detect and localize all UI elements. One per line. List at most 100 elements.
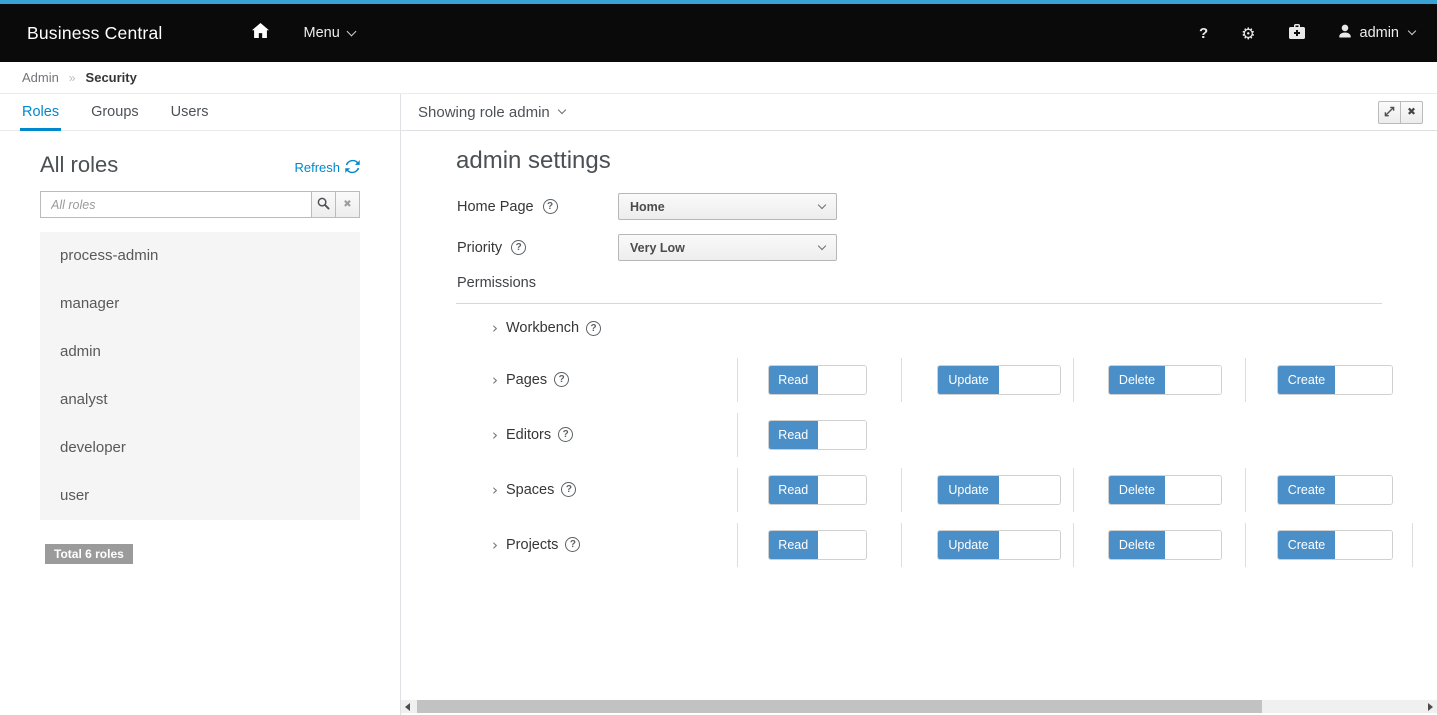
breadcrumb-current: Security <box>86 70 137 85</box>
toggle-read[interactable]: Read <box>768 530 867 560</box>
search-icon <box>317 197 330 213</box>
refresh-link[interactable]: Refresh <box>294 159 360 177</box>
toggle-read[interactable]: Read <box>768 475 867 505</box>
toggle-handle <box>1335 476 1392 504</box>
role-list-item[interactable]: user <box>40 472 360 520</box>
role-list-item[interactable]: manager <box>40 280 360 328</box>
role-list-item[interactable]: admin <box>40 328 360 376</box>
help-icon[interactable]: ? <box>586 321 601 336</box>
toggle-handle <box>1165 476 1221 504</box>
role-list-item[interactable]: analyst <box>40 376 360 424</box>
help-icon[interactable]: ? <box>565 537 580 552</box>
toggle-on-label: Read <box>769 421 818 449</box>
menu-dropdown[interactable]: Menu <box>303 25 354 41</box>
toggle-handle <box>1165 531 1221 559</box>
home-button[interactable] <box>252 23 269 43</box>
menu-label: Menu <box>303 25 339 41</box>
permission-name: Editors <box>506 427 551 443</box>
horizontal-scrollbar[interactable] <box>401 700 1437 713</box>
expand-panel-button[interactable] <box>1378 101 1401 124</box>
navbar-right: ? ⚙ admin <box>1199 24 1415 43</box>
chevron-right-icon: › <box>492 371 498 389</box>
column-divider <box>901 468 902 512</box>
breadcrumb-admin[interactable]: Admin <box>22 70 59 85</box>
selected-value: Home <box>630 200 665 214</box>
column-divider <box>901 523 902 567</box>
permission-row-header[interactable]: ›Spaces? <box>492 481 576 499</box>
scroll-left-arrow[interactable] <box>405 703 410 711</box>
toggle-on-label: Delete <box>1109 366 1165 394</box>
help-icon[interactable]: ? <box>561 482 576 497</box>
help-icon[interactable]: ? <box>511 240 526 255</box>
toggle-delete[interactable]: Delete <box>1108 530 1222 560</box>
help-icon[interactable]: ? <box>543 199 558 214</box>
panel-title: Showing role admin <box>418 104 550 121</box>
close-panel-button[interactable]: ✖ <box>1400 101 1423 124</box>
priority-select[interactable]: Very Low <box>618 234 837 261</box>
help-icon[interactable]: ? <box>558 427 573 442</box>
permission-name: Pages <box>506 372 547 388</box>
scroll-right-arrow[interactable] <box>1428 703 1433 711</box>
chevron-down-icon <box>818 200 826 208</box>
settings-button[interactable]: ⚙ <box>1241 24 1255 43</box>
roles-sidebar: RolesGroupsUsers All roles Refresh <box>0 94 400 715</box>
username-label: admin <box>1360 25 1400 41</box>
permission-name: Spaces <box>506 482 554 498</box>
toggle-handle <box>818 476 867 504</box>
tab-users[interactable]: Users <box>169 94 211 130</box>
permission-row-header[interactable]: ›Workbench? <box>492 319 601 337</box>
column-divider <box>1245 468 1246 512</box>
toggle-create[interactable]: Create <box>1277 365 1393 395</box>
toggle-on-label: Update <box>938 476 999 504</box>
help-icon[interactable]: ? <box>554 372 569 387</box>
tab-groups[interactable]: Groups <box>89 94 141 130</box>
app-title: Business Central <box>27 23 162 44</box>
toggle-delete[interactable]: Delete <box>1108 475 1222 505</box>
toggle-update[interactable]: Update <box>937 365 1061 395</box>
toggle-handle <box>1335 366 1392 394</box>
column-divider <box>1245 523 1246 567</box>
permission-row-header[interactable]: ›Projects? <box>492 536 580 554</box>
clear-search-button[interactable]: ✖ <box>335 191 360 218</box>
home-page-select[interactable]: Home <box>618 193 837 220</box>
permission-row-header[interactable]: ›Editors? <box>492 426 573 444</box>
permission-name: Workbench <box>506 320 579 336</box>
roles-search-input[interactable] <box>40 191 311 218</box>
role-list-item[interactable]: process-admin <box>40 232 360 280</box>
permission-row: ›Spaces? Read Update Delete Create <box>401 462 1437 517</box>
scrollbar-thumb[interactable] <box>417 700 1262 713</box>
permission-row-header[interactable]: › Pages? <box>492 371 569 389</box>
clear-icon: ✖ <box>343 199 351 210</box>
toggle-create[interactable]: Create <box>1277 530 1393 560</box>
help-button[interactable]: ? <box>1199 25 1208 42</box>
permission-row: ›Editors? Read <box>401 407 1437 462</box>
field-label: Priority <box>457 240 502 256</box>
toggle-create[interactable]: Create <box>1277 475 1393 505</box>
toggle-delete[interactable]: Delete <box>1108 365 1222 395</box>
role-list-item[interactable]: developer <box>40 424 360 472</box>
toggle-on-label: Read <box>769 476 818 504</box>
tab-roles[interactable]: Roles <box>20 94 61 130</box>
panel-title-dropdown[interactable]: Showing role admin <box>418 104 565 121</box>
refresh-icon <box>345 159 360 177</box>
close-icon: ✖ <box>1407 106 1416 118</box>
toggle-update[interactable]: Update <box>937 475 1061 505</box>
user-menu[interactable]: admin <box>1338 24 1416 42</box>
toggle-on-label: Create <box>1278 366 1335 394</box>
role-settings: admin settings Home Page?HomePriority?Ve… <box>401 131 1437 699</box>
toggle-read[interactable]: Read <box>768 420 867 450</box>
toggle-handle <box>1335 531 1392 559</box>
toggle-update[interactable]: Update <box>937 530 1061 560</box>
expand-icon <box>1384 105 1395 120</box>
toggle-handle <box>818 531 867 559</box>
permission-row: ›Projects? Read Update Delete Create <box>401 517 1437 572</box>
field-label: Home Page <box>457 199 534 215</box>
toggle-read[interactable]: Read <box>768 365 867 395</box>
column-divider <box>901 358 902 402</box>
navbar: Business Central Menu ? ⚙ <box>0 4 1437 62</box>
about-button[interactable] <box>1289 24 1305 43</box>
toggle-handle <box>818 366 867 394</box>
permissions-section-label: Permissions <box>457 275 1437 291</box>
search-button[interactable] <box>311 191 336 218</box>
permission-row: › Pages? Read Update Delete Create <box>401 352 1437 407</box>
